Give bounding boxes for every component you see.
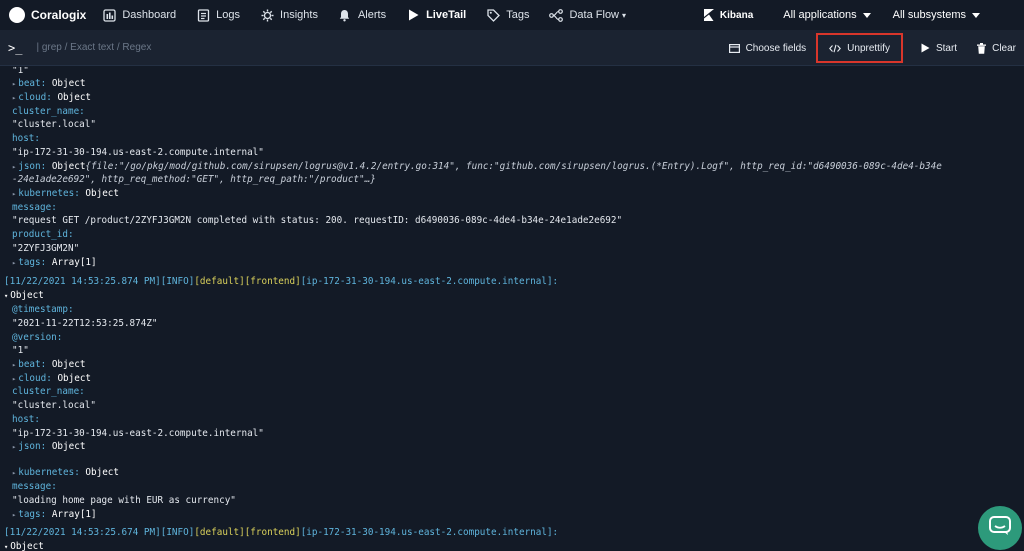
caret-down-icon	[862, 12, 871, 18]
applications-dropdown[interactable]: All applications	[783, 9, 871, 21]
log-value: "cluster.local"	[12, 119, 96, 130]
play-icon	[921, 43, 930, 53]
nav-item-logs[interactable]: Logs	[196, 8, 240, 22]
log-field-tags[interactable]: ▸ tags: Array[1]	[12, 256, 97, 269]
terminal-prompt-icon: >_	[8, 40, 23, 55]
log-value: "2021-11-22T12:53:25.874Z"	[12, 318, 158, 329]
log-field-json[interactable]: ▸ json: Object	[12, 440, 85, 453]
choose-fields-button[interactable]: Choose fields	[719, 34, 817, 62]
log-key: @timestamp:	[12, 304, 74, 315]
log-key: @version:	[12, 332, 63, 343]
nav-item-livetail[interactable]: LiveTail	[406, 8, 466, 22]
log-field-beat[interactable]: ▸ beat: Object	[12, 358, 85, 371]
livetail-toolbar: >_ Choose fields Unprettify Start Clear	[0, 30, 1024, 66]
unprettify-button[interactable]: Unprettify	[816, 33, 903, 63]
log-entry-header: [11/22/2021 14:53:25.674 PM][INFO][defau…	[4, 527, 559, 538]
coralogix-logo-icon	[9, 7, 25, 23]
start-button[interactable]: Start	[911, 34, 967, 62]
nav-item-dataflow[interactable]: Data Flow ▾	[549, 8, 626, 22]
columns-icon	[728, 43, 740, 53]
chat-icon	[989, 515, 1011, 541]
log-entry-header: [11/22/2021 14:53:25.874 PM][INFO][defau…	[4, 276, 559, 287]
tag-icon	[486, 8, 500, 22]
log-key: message:	[12, 202, 57, 213]
kibana-label: Kibana	[719, 9, 754, 21]
log-key: host:	[12, 414, 40, 425]
top-navigation: Coralogix Dashboard Logs Insights Alerts…	[0, 0, 1024, 30]
log-field-tags[interactable]: ▸ tags: Array[1]	[12, 508, 97, 521]
trash-icon	[977, 42, 987, 54]
log-value: "ip-172-31-30-194.us-east-2.compute.inte…	[12, 428, 264, 439]
log-key: host:	[12, 133, 40, 144]
log-value: -24e1ade2e692", http_req_method:"GET", h…	[12, 174, 376, 185]
nav-label-livetail: LiveTail	[426, 9, 467, 21]
log-field-json[interactable]: ▸ json: Object{file:"/go/pkg/mod/github.c…	[12, 160, 942, 173]
nav-label-dataflow: Data Flow	[569, 9, 620, 21]
dataflow-icon	[549, 8, 564, 22]
caret-down-icon	[972, 12, 980, 18]
log-field-kubernetes[interactable]: ▸ kubernetes: Object	[12, 187, 119, 200]
logs-icon	[196, 8, 210, 22]
log-value: "1"	[12, 345, 29, 356]
log-object-toggle[interactable]: ▾ Object	[4, 289, 44, 302]
log-value: "cluster.local"	[12, 400, 96, 411]
log-field-beat[interactable]: ▸ beat: Object	[12, 77, 85, 90]
log-value: "request GET /product/2ZYFJ3GM2N complet…	[12, 215, 623, 226]
log-field-cloud[interactable]: ▸ cloud: Object	[12, 91, 91, 104]
dashboard-icon	[102, 8, 116, 22]
log-field-kubernetes[interactable]: ▸ kubernetes: Object	[12, 466, 119, 479]
start-label: Start	[935, 42, 958, 54]
log-key: product_id:	[12, 229, 74, 240]
clear-button[interactable]: Clear	[967, 34, 1024, 62]
nav-label-logs: Logs	[216, 9, 241, 21]
nav-label-insights: Insights	[280, 9, 318, 21]
nav-right: Kibana All applications All subsystems	[703, 0, 1024, 30]
nav-label-tags: Tags	[506, 9, 530, 21]
clear-label: Clear	[992, 42, 1016, 54]
nav-label-dashboard: Dashboard	[122, 9, 177, 21]
log-value: "1"	[12, 67, 29, 76]
log-object-toggle[interactable]: ▾ Object	[4, 540, 44, 551]
log-key: message:	[12, 481, 57, 492]
log-value: "ip-172-31-30-194.us-east-2.compute.inte…	[12, 147, 264, 158]
choose-fields-label: Choose fields	[745, 42, 807, 54]
log-value: "2ZYFJ3GM2N"	[12, 243, 80, 254]
log-stream: "1" ▸ beat: Object ▸ cloud: Object cluster…	[0, 67, 1024, 551]
nav-item-dashboard[interactable]: Dashboard	[102, 8, 176, 22]
log-value: "loading home page with EUR as currency"	[12, 495, 236, 506]
bell-icon	[338, 8, 352, 22]
log-key: cluster_name:	[12, 106, 85, 117]
applications-label: All applications	[783, 9, 857, 21]
nav-item-insights[interactable]: Insights	[260, 8, 318, 22]
nav-item-tags[interactable]: Tags	[486, 8, 529, 22]
log-key: cluster_name:	[12, 386, 85, 397]
toolbar-actions: Choose fields Unprettify Start Clear	[719, 30, 1024, 66]
subsystems-label: All subsystems	[892, 9, 966, 21]
grep-search-input[interactable]	[36, 42, 337, 53]
nav-label-alerts: Alerts	[357, 9, 387, 21]
play-icon	[406, 8, 420, 22]
brand-name: Coralogix	[31, 8, 87, 22]
chevron-down-icon: ▾	[622, 10, 627, 20]
code-icon	[829, 44, 842, 53]
support-chat-button[interactable]	[978, 506, 1022, 550]
log-field-cloud[interactable]: ▸ cloud: Object	[12, 372, 91, 385]
nav-item-alerts[interactable]: Alerts	[338, 8, 386, 22]
brand[interactable]: Coralogix	[9, 7, 86, 23]
subsystems-dropdown[interactable]: All subsystems	[893, 9, 980, 21]
kibana-link[interactable]: Kibana	[703, 9, 753, 21]
insights-icon	[260, 8, 274, 22]
kibana-icon	[703, 9, 715, 21]
unprettify-label: Unprettify	[847, 42, 890, 54]
